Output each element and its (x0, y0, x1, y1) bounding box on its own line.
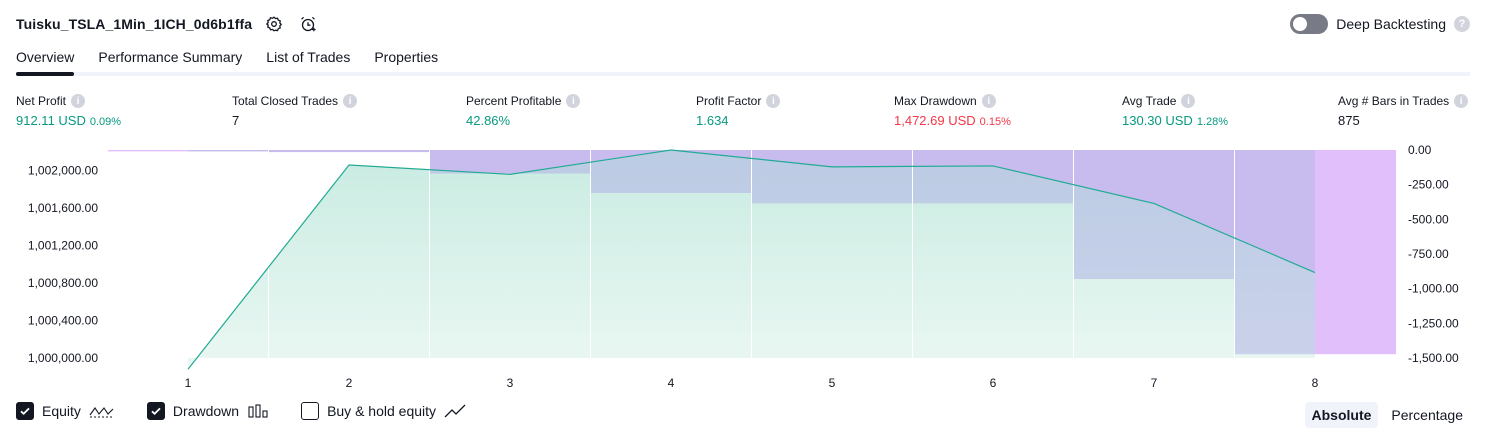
info-icon[interactable]: i (566, 94, 581, 108)
deep-backtesting-toggle[interactable] (1290, 14, 1329, 34)
metric-label: Max Drawdown (894, 94, 977, 108)
right-axis-tick-label: -1,500.00 (1408, 351, 1459, 365)
x-axis-tick-label: 4 (668, 376, 675, 390)
absolute-mode-button[interactable]: Absolute (1304, 402, 1379, 428)
metric-label: Percent Profitable (466, 94, 562, 108)
toggle-knob (1293, 17, 1308, 31)
drawdown-bars-icon (247, 403, 269, 419)
info-icon[interactable]: i (766, 94, 781, 108)
metric-value: 1.634 (696, 113, 729, 128)
right-axis-tick-label: -500.00 (1408, 212, 1449, 226)
legend-drawdown[interactable]: Drawdown (146, 402, 269, 420)
buy-hold-line-icon (444, 403, 468, 419)
left-axis-tick-label: 1,000,400.00 (28, 314, 98, 328)
gear-icon[interactable] (262, 12, 286, 36)
deep-backtesting-control: Deep Backtesting ? (1290, 12, 1470, 36)
chart-mode-switch: Absolute Percentage (1304, 402, 1471, 428)
metric-avg-bars-in-trades: Avg # Bars in Trades i 875 (1338, 93, 1469, 129)
equity-drawdown-chart[interactable]: 1,000,000.00 1,000,400.00 1,000,800.00 1,00… (0, 140, 1486, 400)
drawdown-overlap (751, 150, 913, 204)
right-axis-tick-label: 0.00 (1408, 143, 1432, 157)
drawdown-overlap (1073, 150, 1235, 279)
left-axis-tick-label: 1,000,000.00 (28, 351, 98, 365)
info-icon[interactable]: i (1454, 94, 1469, 108)
metric-percent: 0.09% (89, 116, 122, 128)
report-header: Tuisku_TSLA_1Min_1ICH_0d6b1ffa (16, 12, 320, 36)
strategy-title: Tuisku_TSLA_1Min_1ICH_0d6b1ffa (16, 16, 253, 32)
x-axis-tick-label: 6 (990, 376, 997, 390)
info-icon[interactable]: i (343, 94, 358, 108)
right-axis-tick-label: -1,250.00 (1408, 316, 1459, 330)
x-axis-tick-label: 7 (1151, 376, 1158, 390)
info-icon[interactable]: i (1181, 94, 1196, 108)
metric-total-closed-trades: Total Closed Trades i 7 (232, 93, 358, 129)
tab-properties[interactable]: Properties (374, 44, 438, 72)
legend-label: Equity (42, 403, 81, 419)
metric-value: 875 (1338, 113, 1360, 128)
legend-label: Buy & hold equity (327, 403, 437, 419)
metric-max-drawdown: Max Drawdown i 1,472.69 USD 0.15% (894, 93, 1011, 129)
right-axis-tick-label: -750.00 (1408, 247, 1449, 261)
alarm-clock-plus-icon[interactable] (296, 12, 320, 36)
metric-net-profit: Net Profit i 912.11 USD 0.09% (16, 93, 121, 129)
metric-percent: 0.15% (979, 116, 1011, 128)
x-axis-tick-label: 1 (185, 376, 192, 390)
left-axis-tick-label: 1,001,600.00 (28, 201, 98, 215)
deep-backtesting-label: Deep Backtesting (1336, 16, 1446, 32)
equity-line-icon (89, 403, 115, 419)
drawdown-overlap (429, 150, 591, 174)
percentage-mode-button[interactable]: Percentage (1384, 402, 1470, 428)
x-axis-tick-label: 2 (346, 376, 353, 390)
left-axis-tick-label: 1,001,200.00 (28, 239, 98, 253)
info-icon[interactable]: i (71, 94, 86, 108)
metric-percent: 1.28% (1196, 116, 1229, 128)
drawdown-overlap (912, 150, 1074, 204)
metric-label: Avg Trade (1122, 94, 1177, 108)
legend-buy-hold-equity[interactable]: Buy & hold equity (301, 402, 468, 420)
metric-percent-profitable: Percent Profitable i 42.86% (466, 93, 581, 129)
help-icon[interactable]: ? (1454, 16, 1470, 32)
tab-performance-summary[interactable]: Performance Summary (98, 44, 242, 72)
metric-label: Total Closed Trades (232, 94, 339, 108)
tab-list-of-trades[interactable]: List of Trades (266, 44, 350, 72)
drawdown-overlap (188, 150, 269, 152)
drawdown-checkbox[interactable] (146, 402, 165, 420)
legend-equity[interactable]: Equity (16, 402, 115, 420)
metric-value: 912.11 USD (16, 113, 86, 128)
legend-label: Drawdown (172, 403, 240, 419)
buy-hold-checkbox[interactable] (301, 402, 320, 420)
report-tabs: Overview Performance Summary List of Tra… (16, 44, 1470, 76)
equity-area (187, 149, 1316, 370)
metric-value: 42.86% (466, 113, 511, 128)
x-axis-tick-label: 8 (1312, 376, 1319, 390)
drawdown-overlap (268, 150, 430, 153)
left-axis-tick-label: 1,002,000.00 (28, 164, 98, 178)
right-axis-tick-label: -1,000.00 (1408, 282, 1459, 296)
chart-legend: Equity Drawdown Buy & hold equity (16, 402, 500, 420)
right-axis-tick-label: -250.00 (1408, 178, 1449, 192)
metric-label: Net Profit (16, 94, 67, 108)
x-axis-tick-label: 5 (829, 376, 836, 390)
metric-profit-factor: Profit Factor i 1.634 (696, 93, 781, 129)
metric-label: Profit Factor (696, 94, 762, 108)
metric-label: Avg # Bars in Trades (1338, 94, 1450, 108)
info-icon[interactable]: i (981, 94, 996, 108)
tab-overview[interactable]: Overview (16, 44, 75, 76)
metric-value: 1,472.69 USD (894, 113, 976, 128)
metric-value: 130.30 USD (1122, 113, 1193, 128)
left-axis-tick-label: 1,000,800.00 (28, 276, 98, 290)
metric-value: 7 (232, 113, 240, 128)
x-axis-tick-label: 3 (507, 376, 514, 390)
metric-avg-trade: Avg Trade i 130.30 USD 1.28% (1122, 93, 1228, 129)
equity-checkbox[interactable] (16, 402, 34, 420)
drawdown-overlap (1234, 150, 1315, 355)
